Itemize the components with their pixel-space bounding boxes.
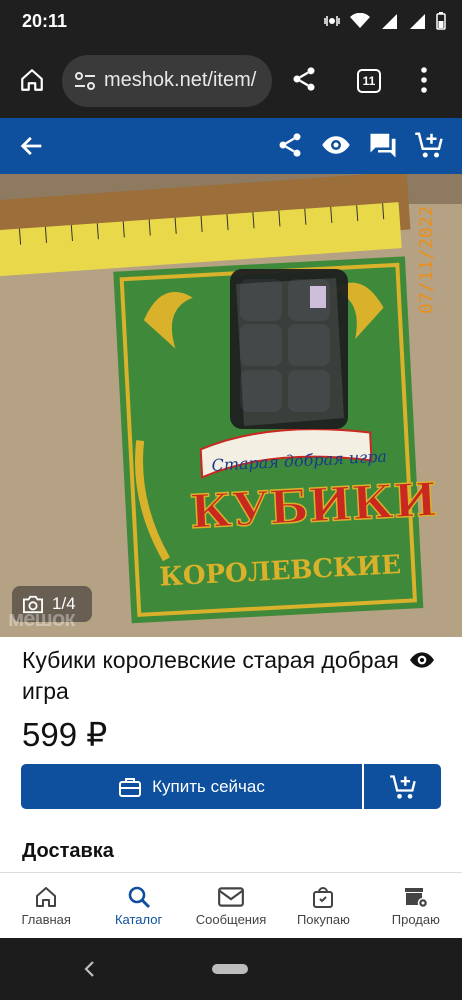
- tab-switcher-button[interactable]: 11: [357, 69, 381, 93]
- nav-item-selling[interactable]: Продаю: [370, 873, 462, 938]
- product-image: Старая добрая игра КУБИКИ КОРОЛЕВСКИЕ 07…: [0, 174, 462, 637]
- store-settings-icon: [404, 888, 429, 909]
- signal-icon-2: [410, 14, 425, 29]
- home-icon: [21, 69, 43, 91]
- bottom-nav: Главная Каталог Сообщения Покупаю Продаю: [0, 872, 462, 938]
- nav-item-buying[interactable]: Покупаю: [277, 873, 369, 938]
- buy-now-label: Купить сейчас: [152, 776, 265, 796]
- nav-item-buying-label: Покупаю: [296, 912, 350, 927]
- system-back-icon[interactable]: [82, 960, 96, 978]
- chat-icon[interactable]: [368, 130, 398, 160]
- shopping-bag-icon: [313, 887, 334, 908]
- nav-item-catalog-label: Каталог: [114, 912, 163, 927]
- delivery-heading: Доставка: [22, 840, 114, 862]
- home-icon: [36, 887, 57, 907]
- product-title: Кубики королевские старая добрая игра: [22, 647, 399, 704]
- browser-home-button[interactable]: [14, 62, 50, 98]
- share-icon[interactable]: [290, 64, 318, 94]
- add-to-cart-icon: [389, 774, 416, 799]
- product-price: 599 ₽: [22, 716, 108, 753]
- nav-item-home[interactable]: Главная: [0, 873, 92, 938]
- product-photo[interactable]: Старая добрая игра КУБИКИ КОРОЛЕВСКИЕ 07…: [0, 174, 462, 637]
- signal-icon: [382, 14, 397, 29]
- wifi-icon: [350, 13, 370, 28]
- briefcase-icon: [119, 777, 142, 797]
- nav-item-messages-label: Сообщения: [195, 912, 267, 927]
- add-to-cart-icon[interactable]: [414, 130, 444, 160]
- share-icon[interactable]: [276, 130, 304, 160]
- nav-item-home-label: Главная: [21, 912, 71, 927]
- battery-icon: [436, 12, 446, 30]
- mail-icon: [218, 887, 244, 907]
- status-icons: [324, 12, 446, 30]
- add-to-cart-button[interactable]: [364, 764, 441, 809]
- nav-item-messages[interactable]: Сообщения: [185, 873, 277, 938]
- more-vert-icon[interactable]: [420, 66, 428, 94]
- address-bar[interactable]: meshok.net/item/: [62, 55, 272, 107]
- eye-icon[interactable]: [320, 130, 352, 160]
- system-nav-bar: [0, 938, 462, 1000]
- alarm-vibrate-icon: [324, 16, 340, 26]
- buy-now-button[interactable]: Купить сейчас: [21, 764, 362, 809]
- date-stamp: 07/11/2022: [416, 206, 437, 314]
- system-home-pill[interactable]: [212, 964, 248, 974]
- site-settings-icon[interactable]: [74, 71, 96, 91]
- status-bar: 20:11: [0, 0, 462, 44]
- watermark-logo: мешок: [8, 606, 75, 631]
- product-details: Кубики королевские старая добрая игра 59…: [0, 637, 462, 872]
- dice-pack: [230, 269, 348, 429]
- status-time: 20:11: [22, 11, 68, 31]
- back-arrow-icon[interactable]: [18, 132, 46, 160]
- app-header: [0, 118, 462, 174]
- eye-icon[interactable]: [408, 647, 436, 673]
- search-icon: [128, 886, 150, 909]
- nav-item-catalog[interactable]: Каталог: [92, 873, 184, 938]
- browser-toolbar: meshok.net/item/ 11: [0, 44, 462, 118]
- url-text: meshok.net/item/: [104, 69, 257, 91]
- nav-item-selling-label: Продаю: [391, 912, 440, 927]
- header-actions: [276, 130, 444, 160]
